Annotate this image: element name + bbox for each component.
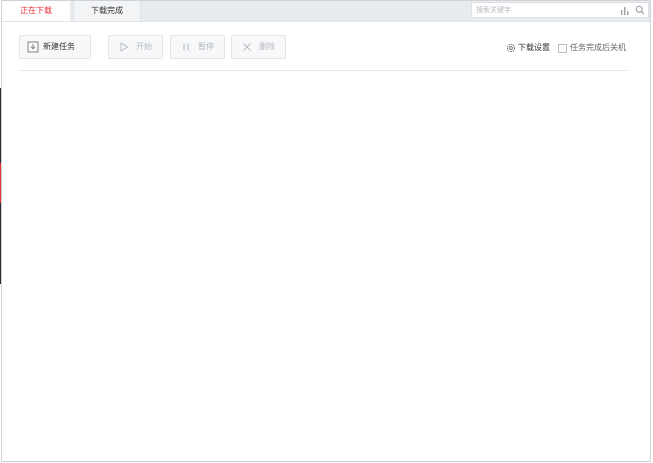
close-icon [243,43,251,51]
download-settings-label: 下载设置 [518,43,550,52]
toolbar-divider [19,70,628,71]
gear-icon [506,43,516,53]
checkbox-box[interactable] [558,44,567,53]
download-list [2,72,650,461]
start-label: 开始 [136,42,152,51]
delete-label: 删除 [259,42,275,51]
toolbar: 新建任务 开始 暂停 删除 下载设置 任务完成后关机 [2,21,650,71]
tab-completed[interactable]: 下载完成 [73,1,141,21]
tab-bar: 正在下载 下载完成 [2,1,650,22]
shutdown-on-complete-label: 任务完成后关机 [570,43,626,52]
pause-icon [183,43,189,51]
start-button[interactable]: 开始 [108,35,163,59]
download-box-icon [27,41,39,53]
search-box [471,2,649,18]
search-icon[interactable] [635,5,645,15]
tab-downloading[interactable]: 正在下载 [2,1,70,21]
delete-button[interactable]: 删除 [231,35,286,59]
new-task-button[interactable]: 新建任务 [19,35,91,59]
play-icon [120,42,129,52]
download-manager-window: 正在下载 下载完成 新建任务 [1,0,651,462]
bar-chart-icon[interactable] [620,6,630,15]
pause-label: 暂停 [198,42,214,51]
new-task-label: 新建任务 [43,42,75,51]
pause-button[interactable]: 暂停 [170,35,225,59]
search-input[interactable] [476,4,606,16]
